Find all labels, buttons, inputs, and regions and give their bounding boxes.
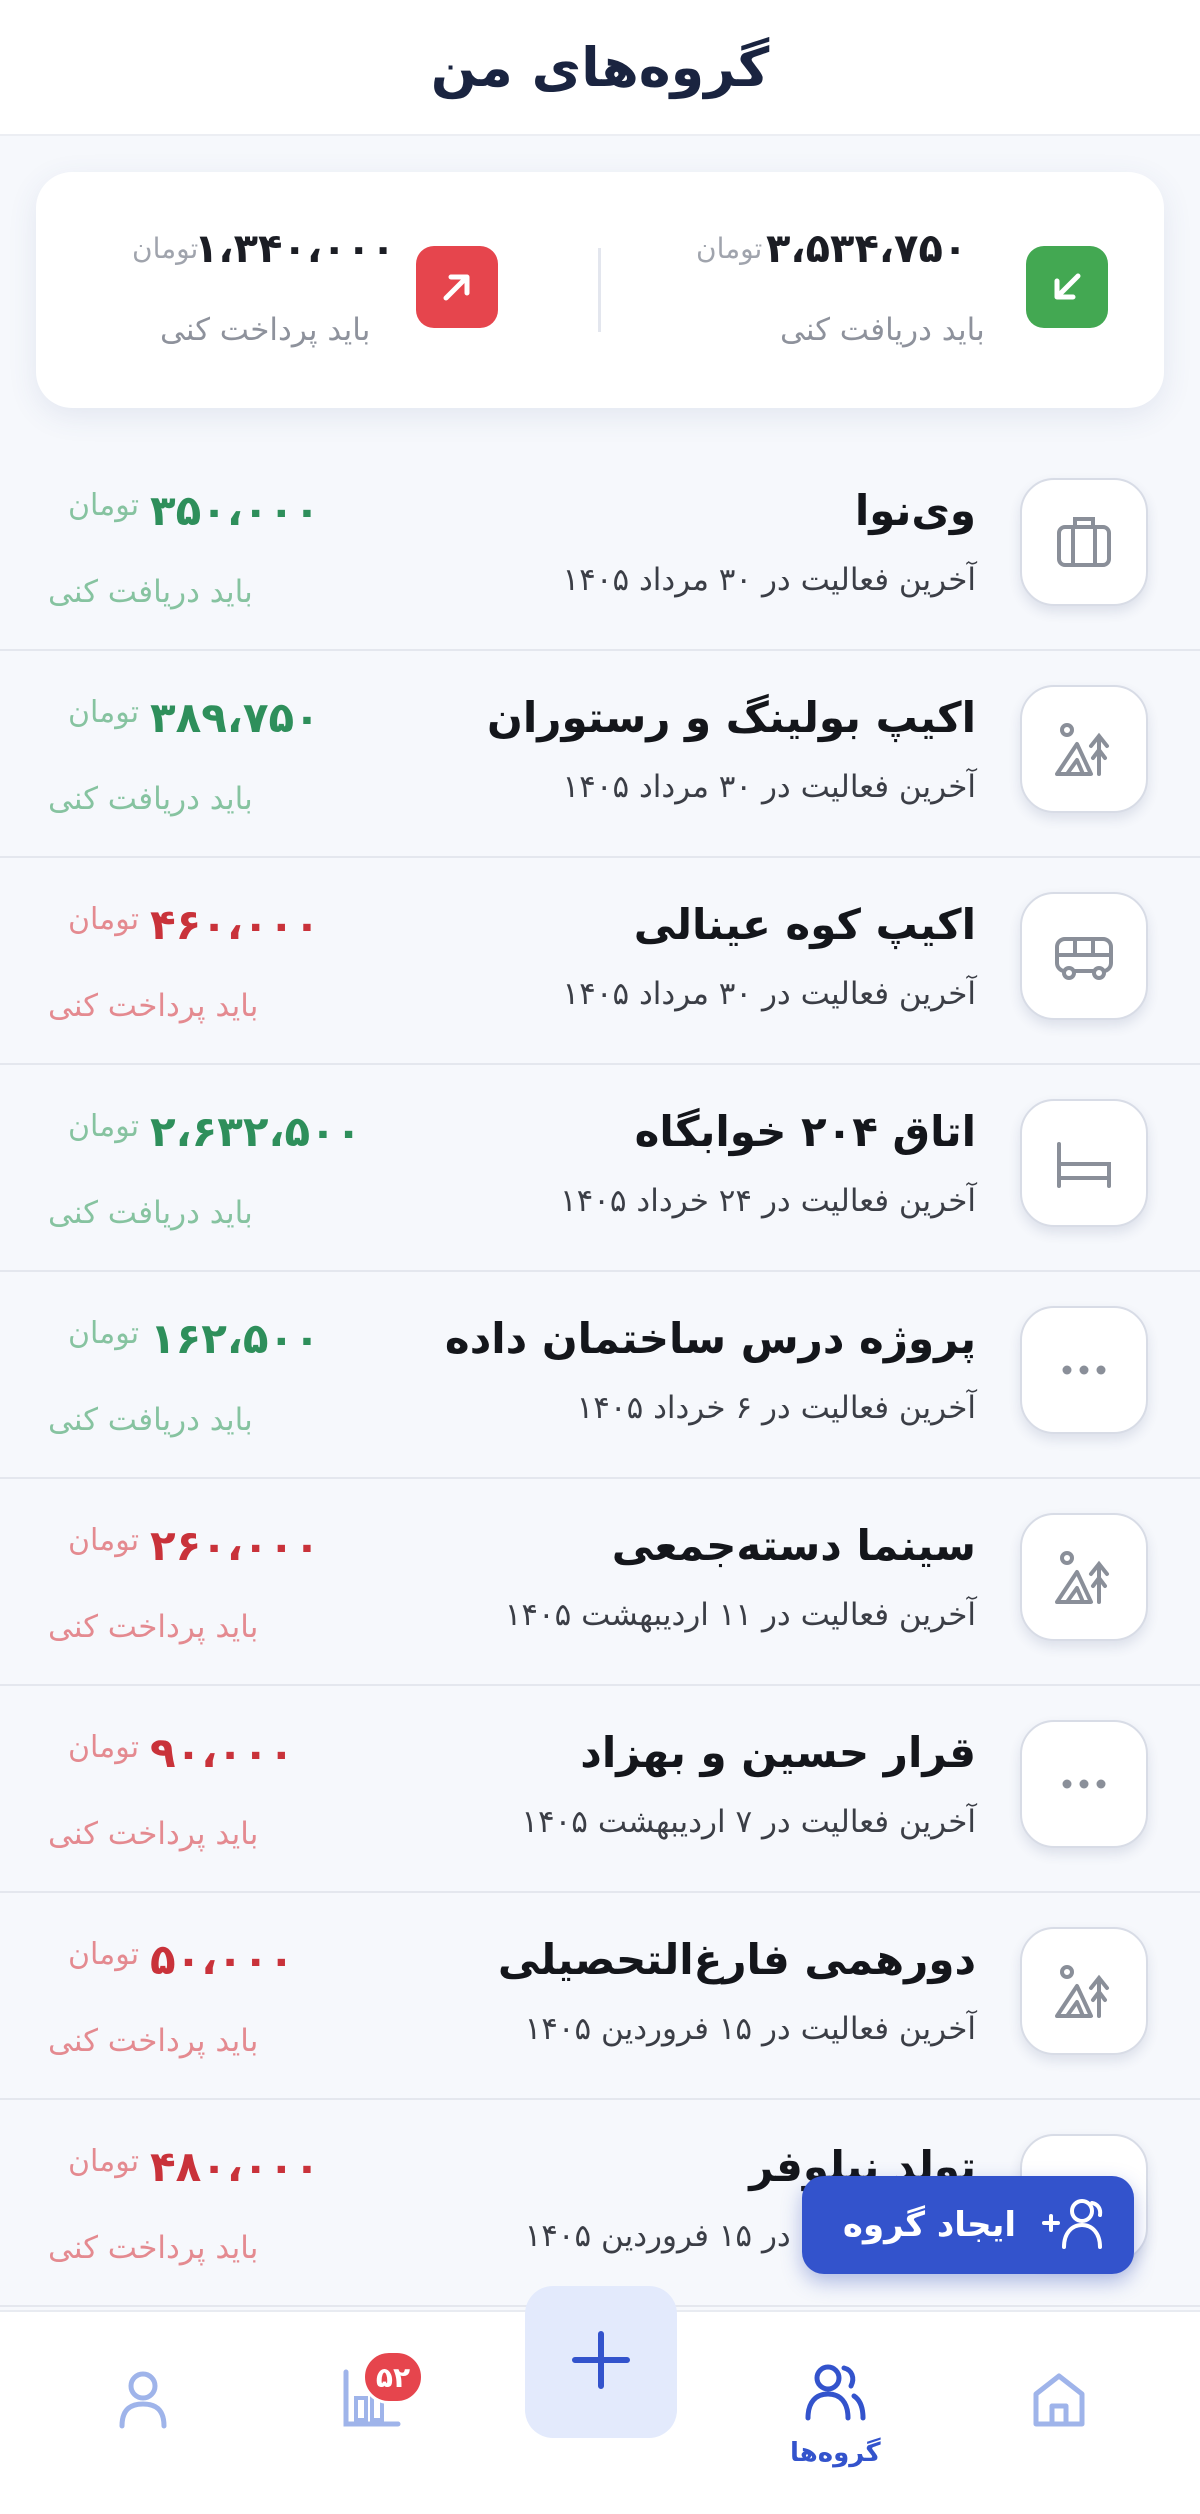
group-balance-status: باید پرداخت کنی: [48, 2023, 259, 2059]
group-balance-status: باید پرداخت کنی: [48, 988, 259, 1024]
group-last-activity: آخرین فعالیت در ۲۴ خرداد ۱۴۰۵: [559, 1183, 976, 1219]
group-name: پروژه درس ساختمان داده: [444, 1314, 976, 1363]
bed-icon: [1020, 1099, 1148, 1227]
group-last-activity: آخرین فعالیت در ۳۰ مرداد ۱۴۰۵: [562, 562, 976, 598]
group-name: سینما دسته‌جمعی: [611, 1521, 976, 1570]
camping-icon: [1020, 1513, 1148, 1641]
pay-total-unit: تومان: [132, 232, 199, 265]
group-name: دورهمی فارغ‌التحصیلی: [497, 1935, 976, 1984]
group-last-activity: آخرین فعالیت در ۷ اردیبهشت ۱۴۰۵: [521, 1804, 976, 1840]
group-name: اکیپ بولینگ و رستوران: [487, 693, 976, 742]
bus-icon: [1020, 892, 1148, 1020]
group-row[interactable]: اکیپ بولینگ و رستوران آخرین فعالیت در ۳۰ …: [0, 651, 1200, 858]
group-row[interactable]: قرار حسین و بهزاد آخرین فعالیت در ۷ اردیب…: [0, 1686, 1200, 1893]
camping-icon: [1020, 685, 1148, 813]
group-name: وی‌نوا: [854, 486, 976, 535]
nav-profile[interactable]: [108, 2364, 178, 2438]
more-icon: [1020, 1306, 1148, 1434]
group-balance-amount: ۱۶۲،۵۰۰: [150, 1314, 320, 1363]
group-balance-amount: ۳۸۹،۷۵۰: [150, 693, 320, 742]
group-last-activity: آخرین فعالیت در ۶ خرداد ۱۴۰۵: [576, 1390, 976, 1426]
create-group-label: ایجاد گروه: [842, 2205, 1016, 2245]
receive-total-amount: ۳،۵۳۴،۷۵۰: [766, 226, 968, 272]
group-balance-amount: ۳۵۰،۰۰۰: [150, 486, 320, 535]
receive-total-label: باید دریافت کنی: [780, 312, 985, 348]
nav-groups[interactable]: گروه‌ها: [790, 2358, 881, 2468]
group-balance-amount: ۹۰،۰۰۰: [150, 1728, 295, 1777]
group-balance-unit: تومان: [68, 1316, 140, 1351]
group-balance-unit: تومان: [68, 488, 140, 523]
app-header: گروه‌های من: [0, 0, 1200, 136]
group-balance-status: باید دریافت کنی: [48, 1195, 253, 1231]
group-name: قرار حسین و بهزاد: [580, 1728, 976, 1777]
briefcase-icon: [1020, 478, 1148, 606]
plus-icon: [565, 2324, 637, 2400]
groups-icon: [800, 2358, 870, 2432]
group-row[interactable]: دورهمی فارغ‌التحصیلی آخرین فعالیت در ۱۵ ف…: [0, 1893, 1200, 2100]
group-row[interactable]: پروژه درس ساختمان داده آخرین فعالیت در ۶ …: [0, 1272, 1200, 1479]
arrow-up-right-icon: [416, 246, 498, 328]
page-title: گروه‌های من: [430, 35, 770, 99]
group-balance-unit: تومان: [68, 1730, 140, 1765]
group-balance-amount: ۴۸۰،۰۰۰: [150, 2142, 320, 2191]
group-row[interactable]: اتاق ۲۰۴ خوابگاه آخرین فعالیت در ۲۴ خرداد…: [0, 1065, 1200, 1272]
group-last-activity: آخرین فعالیت در ۳۰ مرداد ۱۴۰۵: [562, 769, 976, 805]
group-balance-unit: تومان: [68, 695, 140, 730]
create-group-button[interactable]: ایجاد گروه: [802, 2176, 1134, 2274]
group-name: اتاق ۲۰۴ خوابگاه: [634, 1107, 976, 1156]
group-last-activity: آخرین فعالیت در ۱۵ فروردین ۱۴۰۵: [524, 2011, 976, 2047]
notification-badge: ۵۲: [362, 2350, 424, 2404]
group-balance-status: باید پرداخت کنی: [48, 1816, 259, 1852]
group-row[interactable]: سینما دسته‌جمعی آخرین فعالیت در ۱۱ اردیبه…: [0, 1479, 1200, 1686]
add-expense-button[interactable]: [525, 2286, 677, 2438]
receive-total-unit: تومان: [696, 232, 763, 265]
group-balance-unit: تومان: [68, 1109, 140, 1144]
group-balance-unit: تومان: [68, 2144, 140, 2179]
camping-icon: [1020, 1927, 1148, 2055]
group-balance-status: باید دریافت کنی: [48, 574, 253, 610]
nav-home[interactable]: [1024, 2364, 1094, 2438]
group-balance-unit: تومان: [68, 902, 140, 937]
group-balance-amount: ۵۰،۰۰۰: [150, 1935, 295, 1984]
add-group-icon: [1038, 2193, 1110, 2257]
home-icon: [1024, 2364, 1094, 2438]
group-balance-amount: ۲،۶۳۲،۵۰۰: [150, 1107, 362, 1156]
group-balance-unit: تومان: [68, 1523, 140, 1558]
group-name: اکیپ کوه عینالی: [633, 900, 976, 949]
summary-divider: [598, 248, 601, 332]
group-last-activity: آخرین فعالیت در ۱۱ اردیبهشت ۱۴۰۵: [504, 1597, 976, 1633]
bottom-navigation: گروه‌ها ۵۲: [0, 2286, 1200, 2514]
pay-total-label: باید پرداخت کنی: [160, 312, 371, 348]
group-last-activity: آخرین فعالیت در ۳۰ مرداد ۱۴۰۵: [562, 976, 976, 1012]
group-row[interactable]: وی‌نوا آخرین فعالیت در ۳۰ مرداد ۱۴۰۵ ۳۵۰،۰…: [0, 444, 1200, 651]
group-row[interactable]: اکیپ کوه عینالی آخرین فعالیت در ۳۰ مرداد …: [0, 858, 1200, 1065]
arrow-down-left-icon: [1026, 246, 1108, 328]
more-icon: [1020, 1720, 1148, 1848]
nav-groups-label: گروه‌ها: [790, 2438, 881, 2468]
balance-summary-card: ۳،۵۳۴،۷۵۰ تومان باید دریافت کنی ۱،۳۴۰،۰۰…: [36, 172, 1164, 408]
group-balance-status: باید پرداخت کنی: [48, 2230, 259, 2266]
group-balance-status: باید دریافت کنی: [48, 781, 253, 817]
group-balance-amount: ۲۶۰،۰۰۰: [150, 1521, 320, 1570]
profile-icon: [108, 2364, 178, 2438]
group-balance-status: باید پرداخت کنی: [48, 1609, 259, 1645]
pay-total-amount: ۱،۳۴۰،۰۰۰: [194, 226, 396, 272]
group-balance-amount: ۴۶۰،۰۰۰: [150, 900, 320, 949]
group-balance-status: باید دریافت کنی: [48, 1402, 253, 1438]
group-balance-unit: تومان: [68, 1937, 140, 1972]
